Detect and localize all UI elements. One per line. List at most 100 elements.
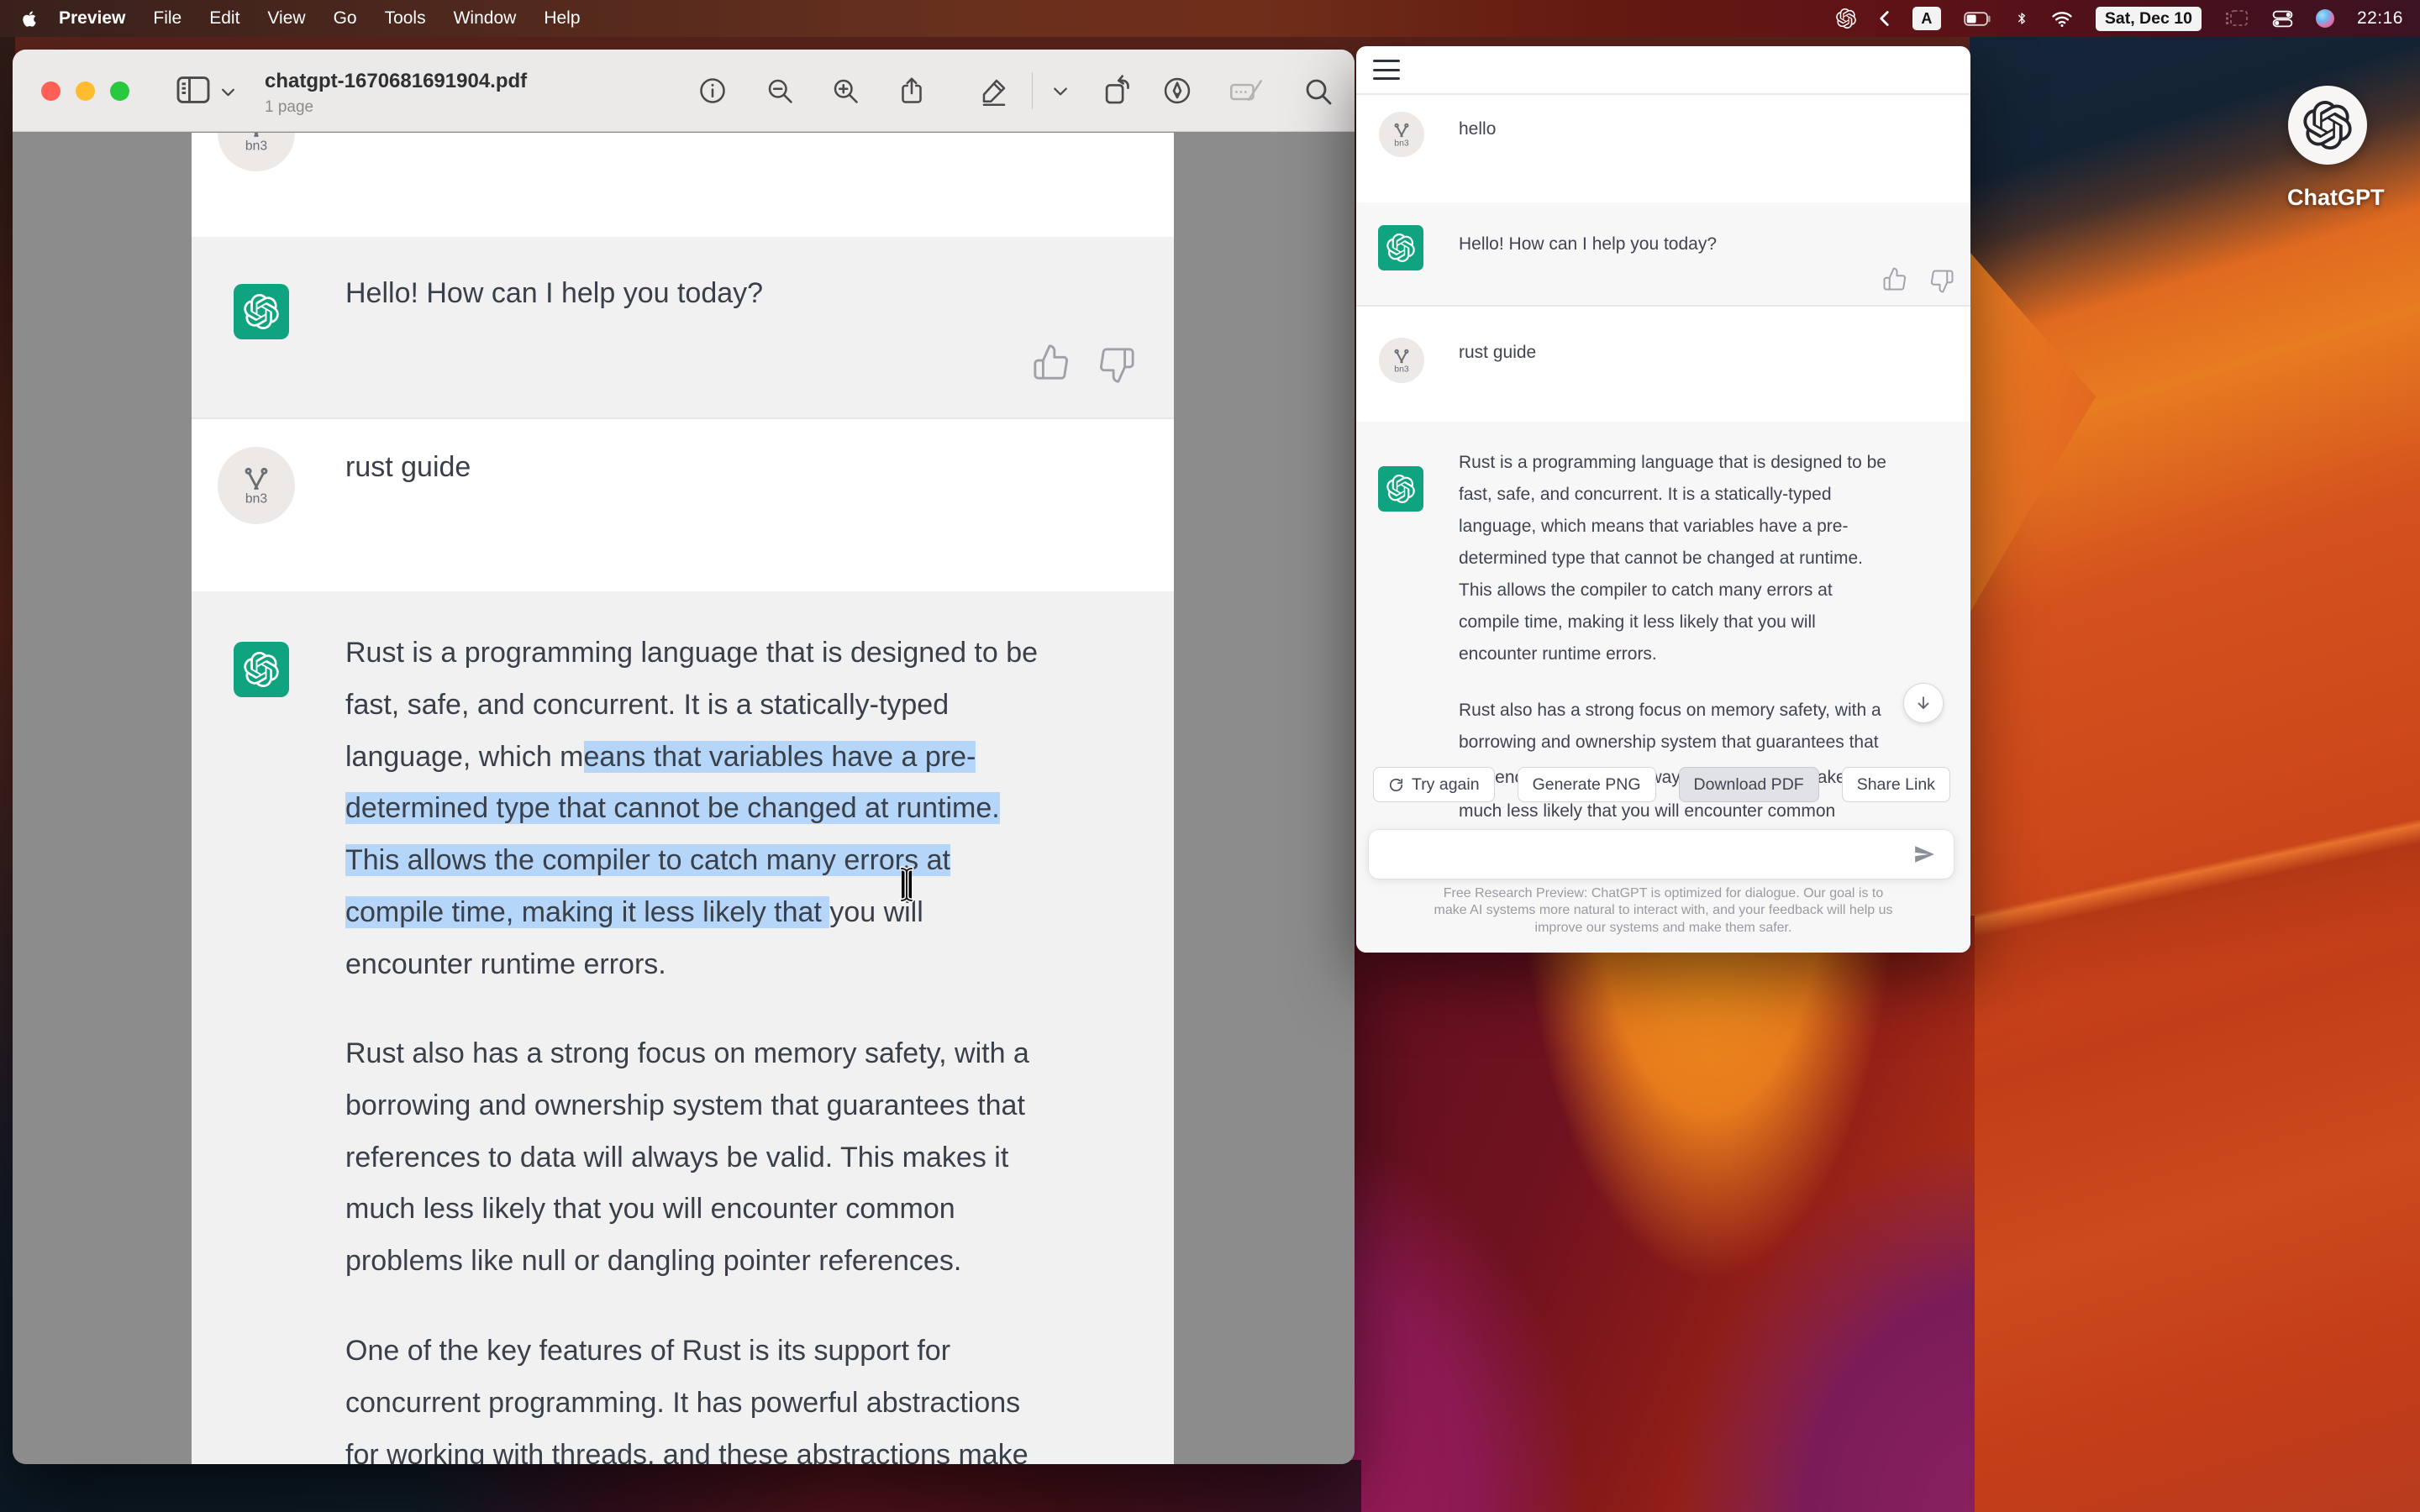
- desktop-icon-label: ChatGPT: [2287, 185, 2368, 211]
- menu-tools[interactable]: Tools: [385, 8, 426, 29]
- control-center-icon[interactable]: [2272, 8, 2293, 29]
- wallpaper-bottom-left: [0, 1460, 1361, 1512]
- openai-avatar: [1378, 225, 1423, 270]
- wallpaper-bottom-middle: [1311, 916, 1975, 1512]
- answer-line: compile time, making it less likely that…: [1459, 610, 1816, 635]
- answer-line: much less likely that you will encounter…: [345, 1190, 955, 1227]
- close-button[interactable]: [41, 81, 60, 101]
- answer-line: fast, safe, and concurrent. It is a stat…: [1459, 482, 1832, 507]
- openai-avatar: [1378, 466, 1423, 512]
- user-prompt-text: rust guide: [1459, 340, 1536, 365]
- user-avatar: bn3: [218, 133, 295, 171]
- menu-window[interactable]: Window: [454, 8, 517, 29]
- message-input[interactable]: [1369, 830, 1954, 879]
- menu-go[interactable]: Go: [334, 8, 357, 29]
- menu-view[interactable]: View: [267, 8, 305, 29]
- assistant-greeting-text: Hello! How can I help you today?: [345, 275, 763, 312]
- row-divider: [1356, 305, 1970, 307]
- ibeam-cursor-icon: [897, 865, 916, 908]
- answer-line: borrowing and ownership system that guar…: [1459, 730, 1879, 755]
- markup-chevron-down-icon[interactable]: [1053, 86, 1068, 101]
- answer-line: determined type that cannot be changed a…: [345, 790, 1000, 827]
- screen-mirroring-icon[interactable]: [2224, 9, 2249, 28]
- input-source-badge[interactable]: A: [1912, 7, 1941, 30]
- chatgpt-logo-icon: [2288, 86, 2367, 165]
- generate-png-button[interactable]: Generate PNG: [1518, 767, 1656, 802]
- desktop-icon-chatgpt[interactable]: ChatGPT: [2287, 86, 2368, 211]
- wallpaper-ridge: [1970, 655, 2420, 1176]
- user-avatar: bn3: [1379, 338, 1424, 383]
- pdf-page: bn3 Hello! How can I help you today?: [192, 133, 1174, 1464]
- share-icon[interactable]: [897, 76, 927, 110]
- bluetooth-icon[interactable]: [2015, 8, 2028, 29]
- wifi-icon[interactable]: [2051, 10, 2073, 28]
- try-again-button[interactable]: Try again: [1373, 767, 1495, 802]
- user-avatar: bn3: [1379, 112, 1424, 157]
- preview-toolbar: chatgpt-1670681691904.pdf 1 page: [13, 50, 1355, 132]
- openai-status-icon[interactable]: [1836, 8, 1856, 29]
- answer-line: compile time, making it less likely that…: [345, 894, 923, 931]
- row-divider: [1356, 93, 1970, 95]
- rotate-icon[interactable]: [1101, 73, 1133, 111]
- user-prompt-text: rust guide: [345, 449, 471, 486]
- answer-line: This allows the compiler to catch many e…: [1459, 578, 1833, 603]
- thumbs-up-icon: [1032, 343, 1071, 386]
- answer-line: much less likely that you will encounter…: [1459, 799, 1835, 824]
- answer-line: Rust is a programming language that is d…: [1459, 450, 1886, 475]
- markup-pencil-icon[interactable]: [979, 76, 1009, 110]
- clock: 22:16: [2357, 8, 2403, 29]
- apple-menu-icon[interactable]: [22, 10, 37, 28]
- answer-line: language, which means that variables hav…: [345, 738, 976, 775]
- share-link-button[interactable]: Share Link: [1842, 767, 1950, 802]
- zoom-out-icon[interactable]: [765, 76, 795, 110]
- svg-text:bn3: bn3: [1394, 365, 1409, 375]
- scroll-down-button[interactable]: [1903, 683, 1944, 723]
- menu-bar: Preview File Edit View Go Tools Window H…: [0, 0, 2420, 37]
- menu-app-name[interactable]: Preview: [59, 8, 125, 29]
- annotate-pen-icon[interactable]: [1162, 76, 1192, 110]
- date-badge[interactable]: Sat, Dec 10: [2096, 7, 2202, 31]
- answer-line: Rust also has a strong focus on memory s…: [1459, 698, 1881, 723]
- thumbs-down-icon[interactable]: [1929, 269, 1954, 298]
- assistant-message-row: [192, 237, 1174, 417]
- answer-line: Rust is a programming language that is d…: [345, 634, 1038, 671]
- sidebar-toggle-icon[interactable]: [175, 75, 212, 109]
- menu-help[interactable]: Help: [544, 8, 580, 29]
- refresh-icon: [1388, 777, 1404, 793]
- answer-line: for working with threads, and these abst…: [345, 1436, 1028, 1464]
- hamburger-menu-icon[interactable]: [1373, 60, 1400, 80]
- menu-edit[interactable]: Edit: [209, 8, 239, 29]
- chevron-left-icon[interactable]: [1879, 10, 1890, 27]
- footer-disclaimer-line: make AI systems more natural to interact…: [1356, 902, 1970, 920]
- info-icon[interactable]: [697, 76, 728, 110]
- battery-icon[interactable]: [1964, 12, 1992, 26]
- zoom-button[interactable]: [110, 81, 129, 101]
- document-title: chatgpt-1670681691904.pdf: [265, 70, 527, 93]
- thumbs-up-icon[interactable]: [1882, 266, 1907, 296]
- action-buttons: Try again Generate PNG Download PDF Shar…: [1373, 767, 1950, 802]
- thumbs-down-icon: [1097, 346, 1136, 389]
- answer-line: One of the key features of Rust is its s…: [345, 1332, 950, 1369]
- search-icon[interactable]: [1302, 76, 1333, 110]
- answer-line: encounter runtime errors.: [345, 946, 666, 983]
- answer-line: fast, safe, and concurrent. It is a stat…: [345, 686, 949, 723]
- siri-icon[interactable]: [2316, 9, 2334, 28]
- footer-disclaimer-line: Free Research Preview: ChatGPT is optimi…: [1356, 885, 1970, 903]
- assistant-greeting-text: Hello! How can I help you today?: [1459, 232, 1717, 257]
- fill-sign-icon[interactable]: [1229, 78, 1263, 108]
- sidebar-chevron-down-icon[interactable]: [221, 87, 235, 102]
- answer-line: concurrent programming. It has powerful …: [345, 1384, 1020, 1421]
- send-icon[interactable]: [1913, 843, 1935, 869]
- answer-line: references to data will always be valid.…: [345, 1139, 1008, 1176]
- svg-text:bn3: bn3: [1394, 139, 1409, 149]
- user-avatar: bn3: [218, 447, 295, 524]
- chatgpt-window: bn3 hello Hello! How can I help you toda…: [1356, 46, 1970, 953]
- answer-line: encounter runtime errors.: [1459, 642, 1657, 667]
- preview-window: chatgpt-1670681691904.pdf 1 page: [13, 50, 1355, 1464]
- minimize-button[interactable]: [76, 81, 95, 101]
- download-pdf-button[interactable]: Download PDF: [1679, 767, 1819, 802]
- menu-file[interactable]: File: [153, 8, 182, 29]
- answer-line: determined type that cannot be changed a…: [1459, 546, 1863, 571]
- zoom-in-icon[interactable]: [830, 76, 860, 110]
- toolbar-divider: [1032, 72, 1033, 109]
